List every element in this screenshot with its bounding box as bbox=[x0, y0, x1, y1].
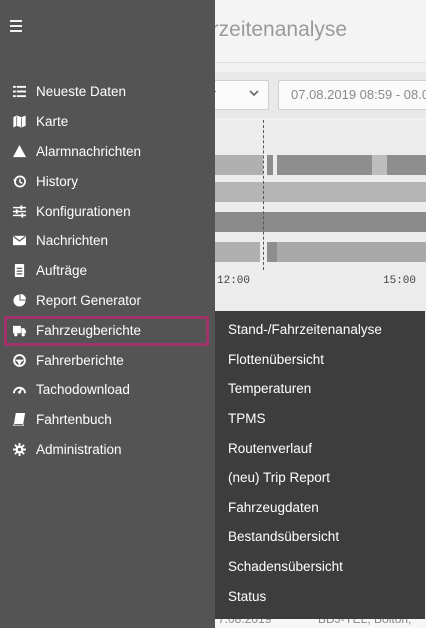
timeline-row bbox=[205, 182, 426, 202]
document-icon bbox=[12, 264, 26, 278]
sidebar-item-auftraege[interactable]: Aufträge bbox=[0, 256, 215, 286]
chevron-down-icon bbox=[249, 90, 259, 97]
timeline-segment bbox=[267, 242, 277, 262]
sidebar-item-label: Fahrtenbuch bbox=[36, 412, 112, 428]
time-tick: 12:00 bbox=[217, 275, 251, 287]
active-item-highlight bbox=[4, 316, 209, 346]
timeline-row bbox=[205, 212, 426, 232]
timeline-segment bbox=[267, 155, 273, 175]
sidebar-item-label: Nachrichten bbox=[36, 233, 109, 249]
sidebar-item-nachrichten[interactable]: Nachrichten bbox=[0, 226, 215, 256]
timeline-row bbox=[205, 242, 426, 262]
sidebar-item-label: Neueste Daten bbox=[36, 84, 127, 100]
timeline-segment bbox=[205, 212, 426, 232]
speedometer-icon bbox=[12, 383, 26, 397]
submenu-item-temperaturen[interactable]: Temperaturen bbox=[215, 374, 425, 404]
sidebar-item-tachodownload[interactable]: Tachodownload bbox=[0, 375, 215, 405]
sidebar-item-label: Aufträge bbox=[36, 263, 88, 279]
sidebar: Neueste Daten Karte Alarmnachrichten His… bbox=[0, 0, 215, 628]
fahrzeugberichte-submenu: Stand-/Fahrzeitenanalyse Flottenübersich… bbox=[215, 311, 425, 619]
list-icon bbox=[12, 85, 26, 99]
submenu-item-routenverlauf[interactable]: Routenverlauf bbox=[215, 433, 425, 463]
sidebar-item-karte[interactable]: Karte bbox=[0, 107, 215, 137]
history-icon bbox=[12, 174, 26, 188]
map-icon bbox=[12, 115, 26, 129]
sidebar-item-label: Administration bbox=[36, 441, 122, 457]
sliders-icon bbox=[12, 204, 26, 218]
envelope-icon bbox=[12, 234, 26, 248]
sidebar-item-history[interactable]: History bbox=[0, 166, 215, 196]
date-range-input[interactable]: 07.08.2019 08:59 - 08.0 bbox=[278, 80, 426, 110]
sidebar-item-label: Tachodownload bbox=[36, 382, 130, 398]
submenu-item-stand-fahrzeitenanalyse[interactable]: Stand-/Fahrzeitenanalyse bbox=[215, 315, 425, 345]
timeline-segment bbox=[372, 155, 387, 175]
sidebar-item-label: Report Generator bbox=[36, 292, 142, 308]
sidebar-nav: Neueste Daten Karte Alarmnachrichten His… bbox=[0, 77, 215, 464]
sidebar-item-label: Karte bbox=[36, 114, 69, 130]
sidebar-item-label: Alarmnachrichten bbox=[36, 143, 142, 159]
sidebar-item-label: Konfigurationen bbox=[36, 203, 131, 219]
sidebar-item-fahrerberichte[interactable]: Fahrerberichte bbox=[0, 345, 215, 375]
sidebar-item-konfigurationen[interactable]: Konfigurationen bbox=[0, 196, 215, 226]
timeline-chart bbox=[205, 120, 426, 320]
submenu-item-schadensuebersicht[interactable]: Schadensübersicht bbox=[215, 552, 425, 582]
sidebar-item-neueste-daten[interactable]: Neueste Daten bbox=[0, 77, 215, 107]
current-time-marker bbox=[263, 120, 264, 270]
submenu-list: Stand-/Fahrzeitenanalyse Flottenübersich… bbox=[215, 315, 425, 611]
sidebar-item-administration[interactable]: Administration bbox=[0, 435, 215, 465]
pie-chart-icon bbox=[12, 293, 26, 307]
submenu-item-fahrzeugdaten[interactable]: Fahrzeugdaten bbox=[215, 493, 425, 523]
sidebar-item-alarmnachrichten[interactable]: Alarmnachrichten bbox=[0, 137, 215, 167]
time-tick: 15:00 bbox=[383, 275, 417, 287]
timeline-segment bbox=[387, 155, 426, 175]
sidebar-item-fahrtenbuch[interactable]: Fahrtenbuch bbox=[0, 405, 215, 435]
submenu-item-bestandsuebersicht[interactable]: Bestandsübersicht bbox=[215, 522, 425, 552]
timeline-segment bbox=[277, 242, 426, 262]
submenu-item-flottenuebersicht[interactable]: Flottenübersicht bbox=[215, 345, 425, 375]
timeline-segment bbox=[277, 155, 372, 175]
sidebar-item-report-generator[interactable]: Report Generator bbox=[0, 286, 215, 316]
gear-icon bbox=[12, 442, 26, 456]
submenu-item-trip-report[interactable]: (neu) Trip Report bbox=[215, 463, 425, 493]
hamburger-menu-icon[interactable] bbox=[10, 20, 26, 34]
sidebar-item-label: History bbox=[36, 173, 79, 189]
book-icon bbox=[12, 413, 26, 427]
page-title: hrzeitenanalyse bbox=[200, 18, 348, 41]
timeline-segment bbox=[205, 182, 426, 202]
date-range-value: 07.08.2019 08:59 - 08.0 bbox=[291, 87, 426, 102]
steering-wheel-icon bbox=[12, 353, 26, 367]
warning-icon bbox=[12, 144, 26, 158]
sidebar-item-label: Fahrerberichte bbox=[36, 352, 124, 368]
timeline-row bbox=[205, 155, 426, 175]
submenu-item-status[interactable]: Status bbox=[215, 581, 425, 611]
submenu-item-tpms[interactable]: TPMS bbox=[215, 404, 425, 434]
